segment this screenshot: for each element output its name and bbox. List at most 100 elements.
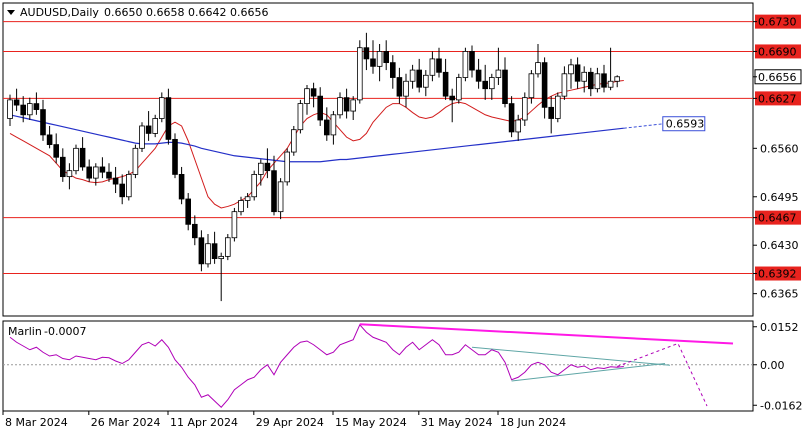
x-tick-label-5: 31 May 2024 (421, 416, 493, 429)
candle-body (132, 147, 139, 175)
level-price-label-2: 0.6627 (758, 92, 797, 105)
indicator-y-tick-label-0: 0.0152 (760, 321, 799, 334)
indicator-y-tick-label-1: 0.00 (760, 359, 785, 372)
candle-body (482, 80, 488, 90)
candle-body (93, 166, 99, 179)
candle-body (119, 183, 126, 198)
x-tick-label-4: 15 May 2024 (335, 416, 407, 429)
candle-body (79, 147, 86, 168)
candle-body (165, 97, 172, 140)
candle-body (271, 170, 277, 213)
candle-body (304, 88, 310, 105)
candle[interactable] (297, 99, 304, 134)
candle-body (396, 77, 403, 97)
candle-body (488, 77, 495, 90)
main-panel-frame (2, 2, 754, 317)
candle[interactable] (185, 193, 192, 231)
chart-canvas[interactable]: 0.6730 0.6690 0.6627 0.6467 0.6392 0.6593 0.… (0, 0, 812, 435)
candle[interactable] (455, 73, 462, 104)
candle[interactable] (462, 47, 469, 82)
candle-body (548, 106, 554, 119)
candle[interactable] (555, 92, 561, 123)
ohlc-readout: 0.6650 0.6658 0.6642 0.6656 (104, 6, 268, 19)
candle-body (442, 71, 449, 97)
candle-body (317, 95, 323, 121)
candle-body (284, 151, 290, 183)
candle-body (152, 118, 159, 134)
candle-body (508, 103, 515, 133)
candle-body (185, 198, 192, 225)
candle-body (211, 243, 218, 260)
candle-body (126, 174, 132, 198)
candle[interactable] (132, 144, 139, 179)
candle-body (541, 62, 548, 108)
candle-body (535, 62, 541, 75)
candle[interactable] (290, 125, 297, 156)
candle-body (449, 95, 455, 101)
candle-body (66, 170, 73, 178)
candle-body (462, 51, 469, 78)
candle-body (257, 162, 264, 175)
candle-body (607, 80, 614, 88)
candle-body (350, 99, 356, 112)
candle-body (376, 51, 383, 67)
candle-body (310, 88, 317, 97)
candle-body (323, 119, 330, 136)
candle-body (145, 125, 152, 134)
level-price-label-3: 0.6467 (758, 212, 797, 225)
candle-body (244, 196, 251, 201)
candle[interactable] (231, 207, 238, 242)
level-price-label-1: 0.6690 (758, 45, 797, 58)
candle[interactable] (356, 40, 363, 104)
candle[interactable] (139, 122, 145, 153)
candle-body (363, 47, 370, 60)
candle[interactable] (251, 170, 258, 201)
candle-body (588, 71, 594, 90)
candle-body (555, 95, 561, 119)
candle[interactable] (152, 114, 159, 138)
candle-body (356, 47, 363, 101)
candle-body (7, 99, 13, 119)
candle-body (337, 97, 343, 116)
candle-body (515, 119, 521, 133)
y-tick-label-9: 0.6365 (760, 288, 799, 301)
candle-body (495, 69, 502, 78)
candle-body (53, 144, 59, 158)
candle-body (224, 237, 231, 257)
candle-body (436, 58, 442, 73)
candle-body (205, 243, 211, 265)
candle[interactable] (172, 133, 178, 179)
candle-body (522, 97, 528, 121)
y-tick-label-7: 0.6430 (760, 239, 799, 252)
indicator-y-tick-label-2: -0.0162 (760, 399, 802, 412)
candle-body (422, 74, 429, 88)
candle[interactable] (284, 148, 290, 186)
candle-body (277, 181, 284, 213)
candle-body (33, 103, 40, 110)
candle-body (106, 171, 112, 179)
candle-body (614, 76, 620, 82)
candle-body (218, 255, 225, 260)
candle[interactable] (73, 144, 79, 175)
candle-body (60, 156, 66, 178)
symbol-timeframe-label: AUDUSD,Daily (20, 6, 99, 19)
candle-body (528, 73, 535, 99)
candle-body (86, 166, 93, 179)
x-tick-label-2: 11 Apr 2024 (170, 416, 238, 429)
x-tick-label-6: 18 Jun 2024 (500, 416, 566, 429)
candle-body (178, 174, 185, 200)
candle-body (383, 51, 389, 64)
candle-body (389, 62, 396, 78)
candle-body (469, 51, 475, 71)
candle-body (574, 64, 581, 82)
candle-body (251, 174, 258, 198)
candle[interactable] (224, 234, 231, 261)
candle-body (99, 166, 106, 173)
candle-body (343, 97, 350, 112)
candle-body (40, 109, 46, 136)
candle-body (191, 223, 198, 239)
candle[interactable] (126, 170, 132, 201)
candle-body (198, 237, 205, 265)
candle-body (601, 73, 607, 88)
current-price-label: 0.6656 (758, 71, 797, 84)
